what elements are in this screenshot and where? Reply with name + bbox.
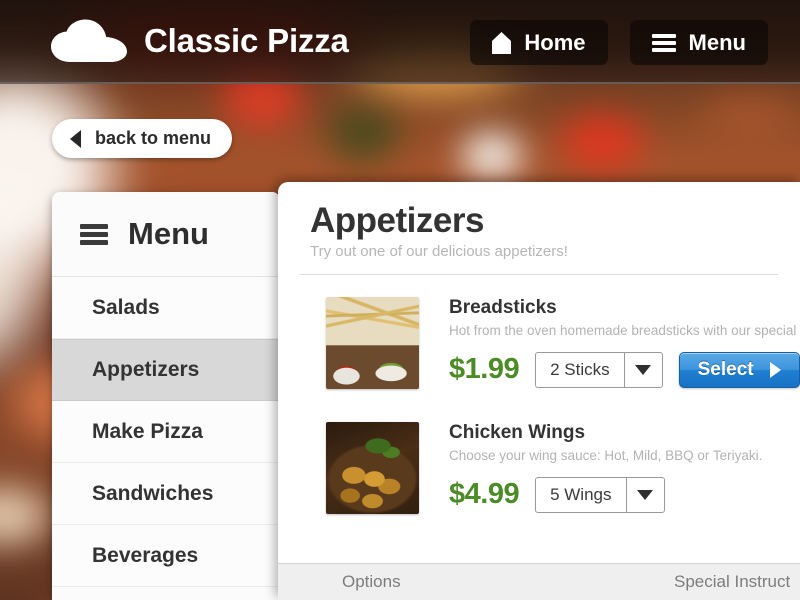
sidebar-item-salads[interactable]: Salads — [52, 277, 280, 339]
item-controls: $4.99 5 Wings — [449, 476, 800, 513]
nav-home-label: Home — [524, 29, 586, 55]
item-description: Hot from the oven homemade breadsticks w… — [449, 322, 800, 338]
item-description: Choose your wing sauce: Hot, Mild, BBQ o… — [449, 447, 763, 463]
back-to-menu-button[interactable]: back to menu — [52, 119, 233, 158]
options-footer-bar: Options Special Instruct — [278, 563, 800, 600]
sidebar-item-label: Sandwiches — [92, 481, 214, 505]
page-subtitle: Try out one of our delicious appetizers! — [310, 242, 568, 260]
special-instructions-label: Special Instruct — [674, 572, 791, 591]
sidebar-item-appetizers[interactable]: Appetizers — [52, 339, 280, 401]
item-price: $1.99 — [449, 353, 520, 386]
quantity-select[interactable]: 5 Wings — [535, 476, 665, 513]
sidebar-item-label: Appetizers — [92, 358, 200, 381]
cloud-icon — [51, 19, 127, 62]
hamburger-icon — [80, 223, 108, 245]
nav-menu-button[interactable]: Menu — [629, 20, 768, 65]
options-label: Options — [342, 572, 401, 591]
hamburger-icon — [651, 33, 676, 52]
sidebar-item-label: Salads — [92, 295, 160, 319]
quantity-select[interactable]: 2 Sticks — [535, 351, 663, 388]
list-item: Chicken Wings Choose your wing sauce: Ho… — [326, 421, 800, 514]
quantity-value: 5 Wings — [550, 484, 612, 504]
item-price: $4.99 — [449, 478, 520, 511]
item-controls: $1.99 2 Sticks Select — [449, 351, 800, 388]
sidebar-item-sandwiches[interactable]: Sandwiches — [52, 463, 280, 525]
back-to-menu-label: back to menu — [95, 128, 212, 148]
sidebar-item-beverages[interactable]: Beverages — [52, 525, 280, 587]
main-content-panel: Appetizers Try out one of our delicious … — [278, 182, 800, 600]
chicken-wings-photo — [326, 421, 419, 514]
app-screen: Classic Pizza Home Menu back to menu Men… — [0, 0, 800, 600]
caret-right-icon — [769, 361, 781, 378]
nav-home-button[interactable]: Home — [470, 20, 608, 65]
chevron-down-icon[interactable] — [625, 477, 664, 512]
quantity-value: 2 Sticks — [550, 359, 610, 379]
sidebar-title: Menu — [128, 216, 209, 251]
top-header-bar: Classic Pizza Home Menu — [0, 0, 800, 84]
chevron-down-icon[interactable] — [623, 352, 662, 387]
caret-left-icon — [70, 129, 81, 148]
breadsticks-photo — [326, 296, 419, 389]
select-button-label: Select — [697, 358, 754, 380]
sidebar-item-label: Beverages — [92, 543, 199, 567]
brand-title: Classic Pizza — [144, 22, 349, 59]
nav-menu-label: Menu — [688, 29, 746, 55]
sidebar-panel: Menu Salads Appetizers Make Pizza Sandwi… — [52, 192, 280, 600]
list-item: Breadsticks Hot from the oven homemade b… — [326, 296, 800, 389]
header-nav: Home Menu — [470, 20, 768, 65]
select-button[interactable]: Select — [678, 351, 800, 388]
page-title: Appetizers — [310, 201, 484, 240]
sidebar-item-label: Make Pizza — [92, 419, 203, 443]
item-details: Chicken Wings Choose your wing sauce: Ho… — [449, 422, 800, 514]
category-header: Appetizers Try out one of our delicious … — [278, 182, 800, 260]
sidebar-header[interactable]: Menu — [52, 192, 280, 277]
menu-item-list: Breadsticks Hot from the oven homemade b… — [278, 275, 800, 514]
brand: Classic Pizza — [50, 19, 349, 63]
item-name: Breadsticks — [449, 296, 557, 318]
sidebar-item-make-pizza[interactable]: Make Pizza — [52, 401, 280, 463]
item-details: Breadsticks Hot from the oven homemade b… — [449, 297, 800, 389]
item-name: Chicken Wings — [449, 421, 586, 443]
home-icon — [492, 31, 512, 54]
